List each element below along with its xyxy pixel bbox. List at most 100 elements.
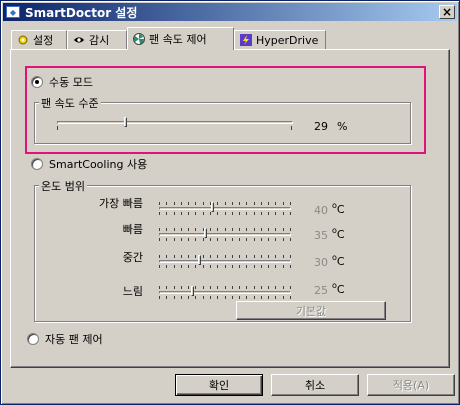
ok-button[interactable]: 확인 [175, 374, 263, 396]
slider-tick [282, 238, 284, 241]
slider-tick [260, 238, 262, 241]
slider-tick [166, 202, 168, 205]
temp-row-slow-unit: oC [332, 281, 345, 296]
tab-fan-control[interactable]: 팬 속도 제어 [127, 27, 234, 50]
slider-tick [268, 255, 270, 258]
auto-fan-control-radio-button[interactable] [27, 333, 39, 345]
slider-tick [231, 228, 233, 231]
tab-settings[interactable]: 설정 [11, 30, 67, 49]
auto-fan-control-label: 자동 팬 제어 [45, 333, 103, 346]
slider-tick [290, 286, 291, 289]
slider-tick [166, 238, 168, 241]
apply-button[interactable]: 적용(A) [367, 374, 455, 396]
slider-tick [268, 212, 270, 215]
slider-tick [217, 228, 219, 231]
title-bar[interactable]: ◆ SmartDoctor 설정 × [3, 3, 457, 21]
slider-tick [166, 296, 168, 299]
temperature-range-label: 온도 범위 [39, 178, 87, 194]
slider-tick [253, 212, 255, 215]
slider-tick [260, 202, 262, 205]
slider-tick [202, 238, 204, 241]
slider-tick [217, 238, 219, 241]
slider-tick [209, 202, 211, 205]
slider-tick [173, 296, 175, 299]
temp-row-fast-value: 35 [314, 229, 328, 242]
slider-tick [239, 238, 241, 241]
slider-tick [217, 286, 219, 289]
default-values-label: 기본값 [295, 304, 327, 318]
slider-tick [202, 228, 204, 231]
slider-tick [239, 212, 241, 215]
lightning-icon [240, 34, 252, 46]
temp-row-slow-value: 25 [314, 284, 328, 297]
default-values-button[interactable]: 기본값 [236, 301, 386, 320]
slider-tick [224, 202, 226, 205]
slider-tick [159, 212, 160, 215]
auto-fan-control-radio[interactable]: 자동 팬 제어 [27, 331, 103, 347]
slider-tick [239, 286, 241, 289]
slider-tick [246, 202, 248, 205]
smartcooling-radio-button[interactable] [31, 158, 43, 170]
slider-tick [159, 286, 160, 289]
slider-tick [188, 238, 190, 241]
slider-tick [195, 286, 197, 289]
temp-row-medium-slider[interactable] [159, 260, 291, 263]
slider-tick [260, 265, 262, 268]
slider-tick [275, 286, 277, 289]
cancel-button[interactable]: 취소 [271, 374, 359, 396]
temp-row-fastest-slider[interactable] [159, 207, 291, 210]
slider-tick [173, 286, 175, 289]
temp-row-slow-thumb[interactable] [191, 286, 194, 296]
slider-tick [173, 202, 175, 205]
slider-tick [260, 286, 262, 289]
temp-row-fast-thumb[interactable] [204, 228, 208, 238]
slider-tick [231, 286, 233, 289]
slider-tick [239, 265, 241, 268]
slider-tick [180, 296, 182, 299]
slider-tick [268, 228, 270, 231]
slider-tick [282, 212, 284, 215]
slider-tick [268, 238, 270, 241]
slider-tick [188, 296, 190, 299]
slider-tick [202, 286, 204, 289]
slider-tick [282, 265, 284, 268]
slider-tick [275, 212, 277, 215]
settings-window: ◆ SmartDoctor 설정 × 설정 감시 팬 속도 제어 HyperDr… [0, 0, 460, 405]
slider-tick [166, 228, 168, 231]
slider-tick [209, 265, 211, 268]
slider-tick [180, 228, 182, 231]
temp-row-fast-slider[interactable] [159, 233, 291, 236]
temp-row-medium-label: 중간 [122, 251, 143, 264]
slider-tick [159, 202, 160, 205]
slider-tick [188, 212, 190, 215]
tab-monitor[interactable]: 감시 [67, 30, 127, 49]
temp-row-fastest-thumb[interactable] [210, 202, 214, 212]
slider-tick [239, 296, 241, 299]
slider-tick [246, 228, 248, 231]
tab-hyperdrive[interactable]: HyperDrive [234, 30, 326, 49]
slider-tick [224, 296, 226, 299]
temp-row-slow-slider[interactable] [159, 291, 291, 294]
slider-tick [246, 212, 248, 215]
smartcooling-radio[interactable]: SmartCooling 사용 [31, 156, 147, 172]
slider-tick [209, 238, 211, 241]
slider-tick [290, 296, 291, 299]
slider-tick [231, 255, 233, 258]
slider-tick [188, 265, 190, 268]
temp-row-fastest-unit: oC [332, 201, 345, 216]
temp-row-medium-thumb[interactable] [197, 255, 201, 265]
eye-icon [73, 34, 85, 46]
close-button[interactable]: × [439, 5, 455, 19]
slider-tick [268, 296, 270, 299]
slider-tick [246, 265, 248, 268]
tab-monitor-label: 감시 [89, 34, 110, 47]
tab-fan-control-label: 팬 속도 제어 [149, 33, 207, 46]
slider-tick [224, 265, 226, 268]
slider-tick [195, 255, 197, 258]
slider-tick [195, 202, 197, 205]
slider-tick [224, 286, 226, 289]
slider-tick [275, 255, 277, 258]
slider-tick [166, 212, 168, 215]
slider-tick [253, 296, 255, 299]
slider-tick [224, 255, 226, 258]
